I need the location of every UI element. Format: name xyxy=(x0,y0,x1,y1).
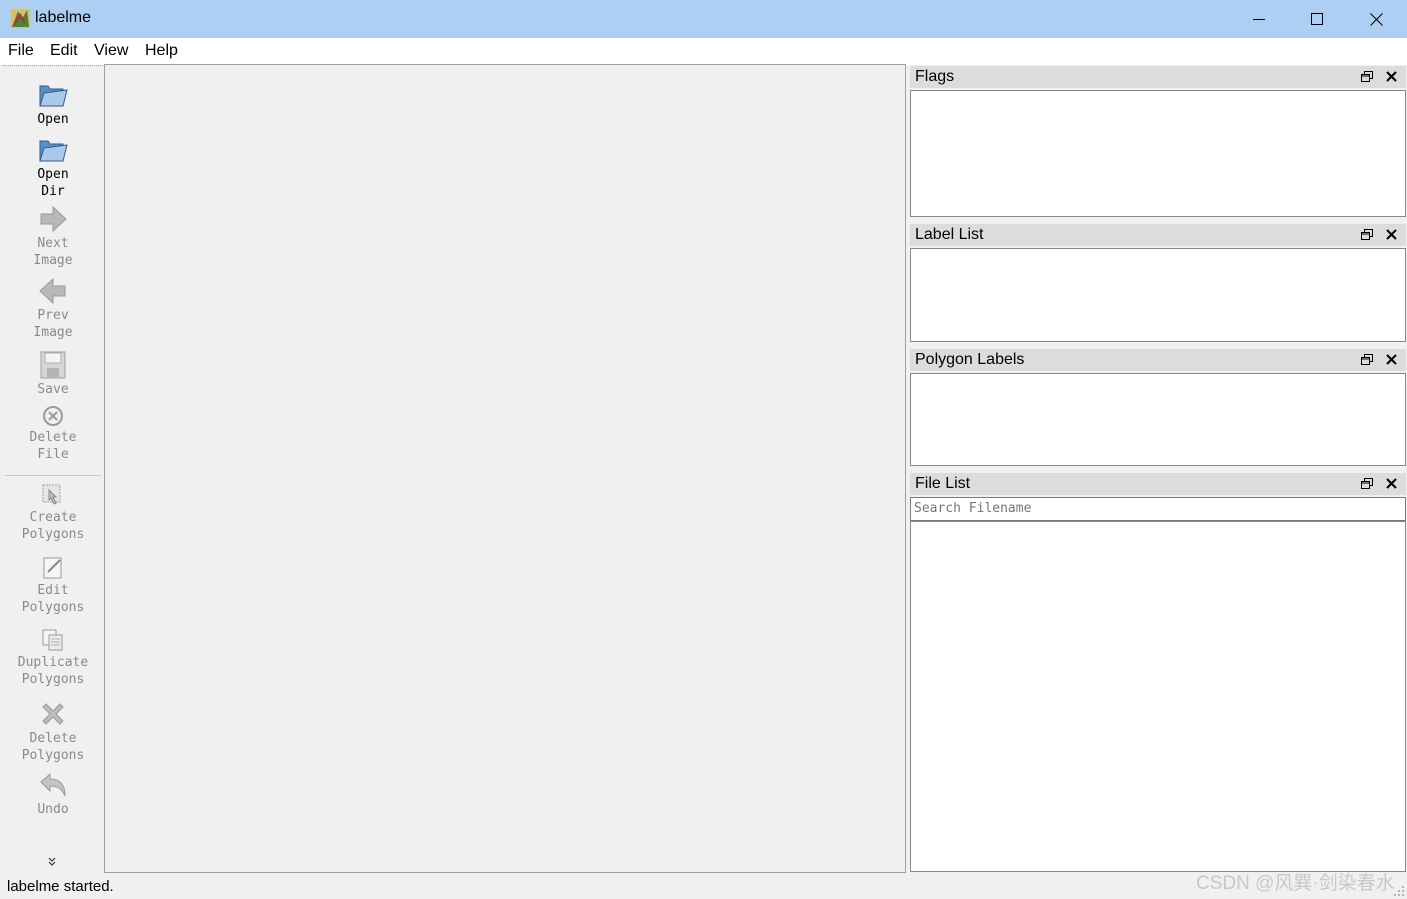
maximize-button[interactable] xyxy=(1288,0,1346,38)
save-icon xyxy=(40,351,66,379)
flags-dock: Flags xyxy=(910,66,1406,217)
toolbar-separator xyxy=(5,475,101,476)
status-message: labelme started. xyxy=(7,878,114,895)
folder-open-icon xyxy=(39,140,68,162)
float-icon[interactable] xyxy=(1361,71,1373,83)
duplicate-icon xyxy=(42,629,63,651)
minimize-icon xyxy=(1253,19,1265,20)
delete-x-icon xyxy=(42,703,64,725)
chevron-down-double-icon[interactable] xyxy=(47,857,57,867)
search-filename-input[interactable]: Search Filename xyxy=(910,497,1406,521)
tools-toolbar: Open Open Dir Next Image Prev Image Save xyxy=(3,65,103,874)
flags-dock-title-bar[interactable]: Flags xyxy=(910,66,1406,88)
next-image-button[interactable]: Next Image xyxy=(3,204,103,269)
file-list-dock-title-bar[interactable]: File List xyxy=(910,473,1406,495)
save-button[interactable]: Save xyxy=(3,350,103,398)
image-canvas[interactable] xyxy=(104,64,906,873)
polygon-labels-dock-title-bar[interactable]: Polygon Labels xyxy=(910,349,1406,371)
window-title: labelme xyxy=(35,9,92,26)
minimize-button[interactable] xyxy=(1230,0,1288,38)
delete-file-button[interactable]: Delete File xyxy=(3,404,103,463)
menu-view[interactable]: View xyxy=(94,42,128,60)
open-dir-button[interactable]: Open Dir xyxy=(3,133,103,200)
label-list-dock-title: Label List xyxy=(915,226,984,243)
watermark-text: CSDN @风巽·剑染春水 xyxy=(1196,873,1395,894)
maximize-icon xyxy=(1311,13,1323,25)
menu-help[interactable]: Help xyxy=(145,42,178,60)
delete-polygons-button[interactable]: Delete Polygons xyxy=(3,699,103,764)
folder-open-icon xyxy=(39,85,68,107)
create-polygon-icon xyxy=(42,484,61,505)
undo-button[interactable]: Undo xyxy=(3,770,103,818)
duplicate-polygons-button[interactable]: Duplicate Polygons xyxy=(3,627,103,688)
menu-bar: File Edit View Help xyxy=(0,38,1407,65)
flags-list[interactable] xyxy=(910,90,1406,217)
close-icon[interactable] xyxy=(1385,70,1398,83)
menu-file[interactable]: File xyxy=(8,42,34,60)
flags-dock-title: Flags xyxy=(915,68,955,85)
labelme-app-icon xyxy=(11,9,30,28)
label-list[interactable] xyxy=(910,248,1406,342)
arrow-right-icon xyxy=(40,205,67,233)
resize-grip-icon[interactable] xyxy=(1393,885,1405,897)
close-icon[interactable] xyxy=(1385,477,1398,490)
title-bar: labelme xyxy=(0,0,1407,38)
polygon-labels-dock-title: Polygon Labels xyxy=(915,351,1025,368)
float-icon[interactable] xyxy=(1361,229,1373,241)
close-icon[interactable] xyxy=(1385,353,1398,366)
open-button[interactable]: Open xyxy=(3,78,103,128)
close-icon[interactable] xyxy=(1385,228,1398,241)
close-icon xyxy=(1369,12,1383,26)
close-window-button[interactable] xyxy=(1347,0,1405,38)
delete-circle-icon xyxy=(43,406,63,426)
create-polygons-button[interactable]: Create Polygons xyxy=(3,482,103,543)
edit-polygons-button[interactable]: Edit Polygons xyxy=(3,555,103,616)
label-list-dock: Label List xyxy=(910,224,1406,342)
file-list[interactable] xyxy=(910,521,1406,872)
undo-icon xyxy=(40,772,66,797)
edit-polygon-icon xyxy=(43,557,62,579)
file-list-dock: File List Search Filename xyxy=(910,473,1406,872)
menu-edit[interactable]: Edit xyxy=(50,42,78,60)
file-list-dock-title: File List xyxy=(915,475,971,492)
arrow-left-icon xyxy=(39,277,66,305)
prev-image-button[interactable]: Prev Image xyxy=(3,276,103,341)
float-icon[interactable] xyxy=(1361,478,1373,490)
float-icon[interactable] xyxy=(1361,354,1373,366)
polygon-labels-dock: Polygon Labels xyxy=(910,349,1406,466)
polygon-labels-list[interactable] xyxy=(910,373,1406,466)
label-list-dock-title-bar[interactable]: Label List xyxy=(910,224,1406,246)
